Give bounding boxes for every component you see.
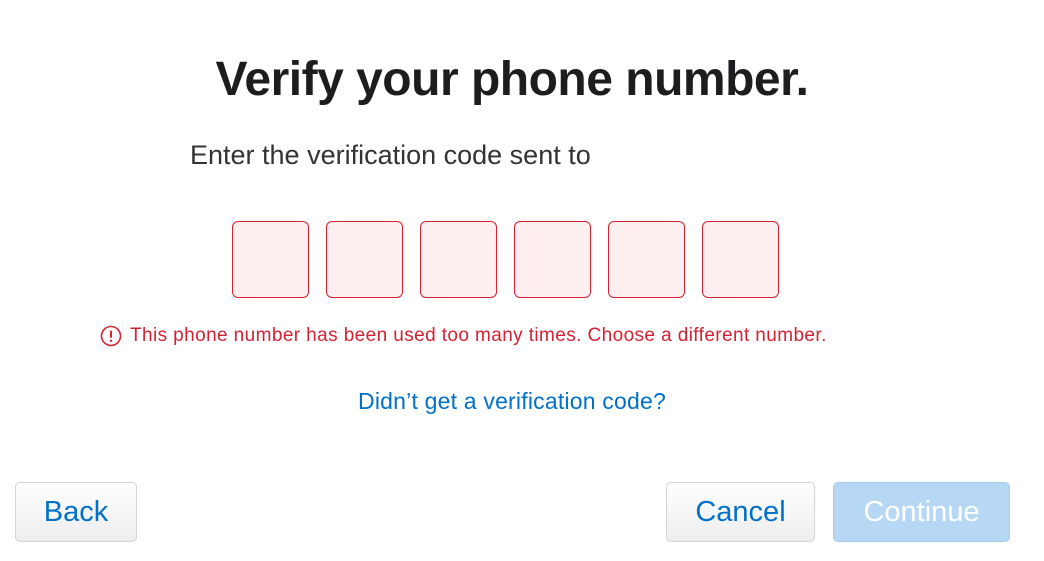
resend-code-link[interactable]: Didn’t get a verification code? (0, 388, 1024, 415)
code-digit-5[interactable] (608, 221, 685, 298)
continue-button[interactable]: Continue (833, 482, 1010, 542)
instruction-text: Enter the verification code sent to (190, 140, 591, 170)
code-digit-3[interactable] (420, 221, 497, 298)
code-digit-1[interactable] (232, 221, 309, 298)
error-text: This phone number has been used too many… (130, 325, 827, 346)
error-message: This phone number has been used too many… (100, 325, 827, 347)
verify-phone-page: Verify your phone number. Enter the veri… (0, 0, 1044, 561)
cancel-button[interactable]: Cancel (666, 482, 815, 542)
page-title: Verify your phone number. (215, 53, 809, 106)
exclamation-circle-icon (100, 325, 122, 347)
code-digit-4[interactable] (514, 221, 591, 298)
verification-code-inputs (232, 221, 779, 298)
back-button[interactable]: Back (15, 482, 137, 542)
code-digit-2[interactable] (326, 221, 403, 298)
code-digit-6[interactable] (702, 221, 779, 298)
